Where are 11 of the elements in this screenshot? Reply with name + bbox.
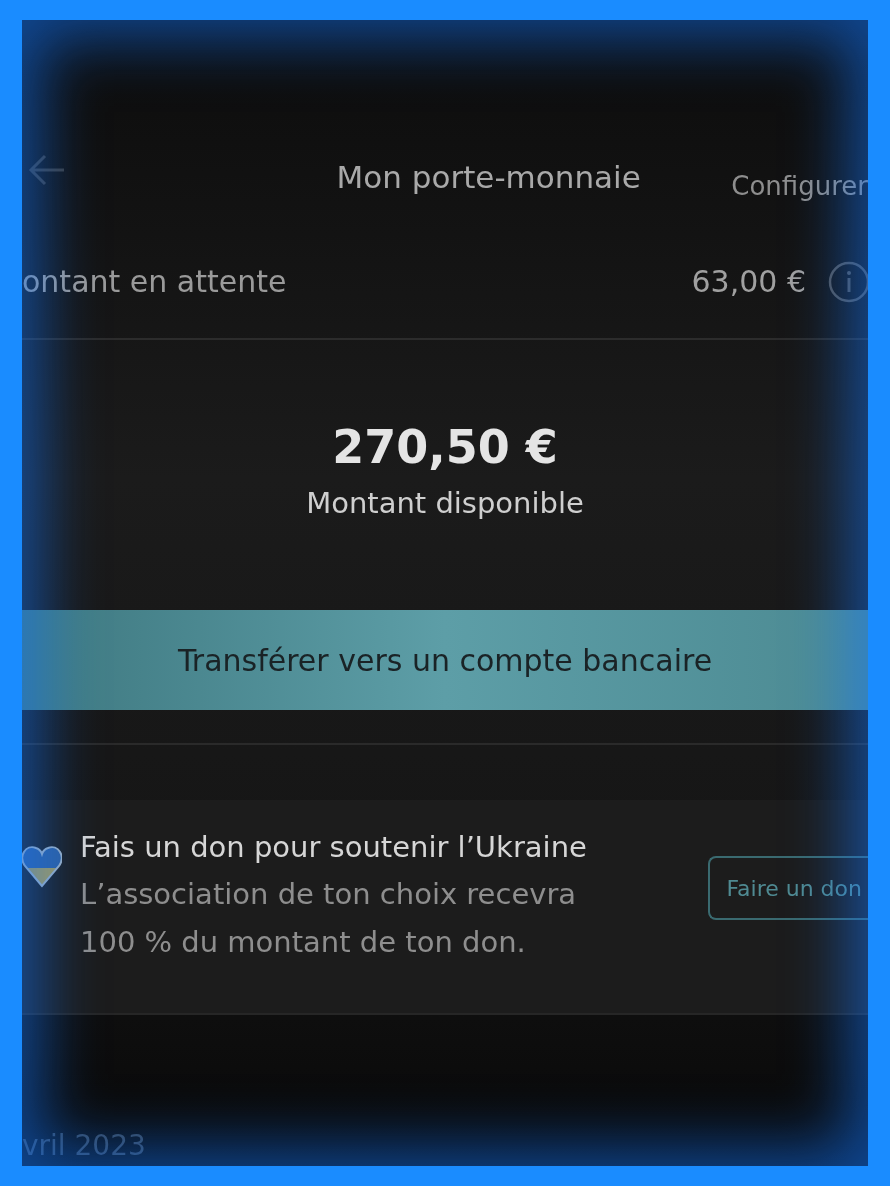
pending-amount-label: ontant en attente [22, 264, 288, 299]
page-title: Mon porte-monnaie [335, 159, 642, 195]
available-amount-label: Montant disponible [306, 486, 584, 520]
pending-amount: 63,00 € [691, 264, 806, 299]
available-amount: 270,50 € [332, 420, 558, 474]
donate-button[interactable]: Faire un don [708, 856, 868, 920]
donation-title: Fais un don pour soutenir l’Ukraine [80, 829, 588, 864]
transfer-button[interactable]: Transférer vers un compte bancaire [22, 610, 868, 710]
back-arrow-icon[interactable] [28, 153, 66, 187]
info-icon[interactable] [828, 260, 868, 303]
donation-description: L’association de ton choix recevra 100 % du montant de ton don. [80, 875, 578, 961]
